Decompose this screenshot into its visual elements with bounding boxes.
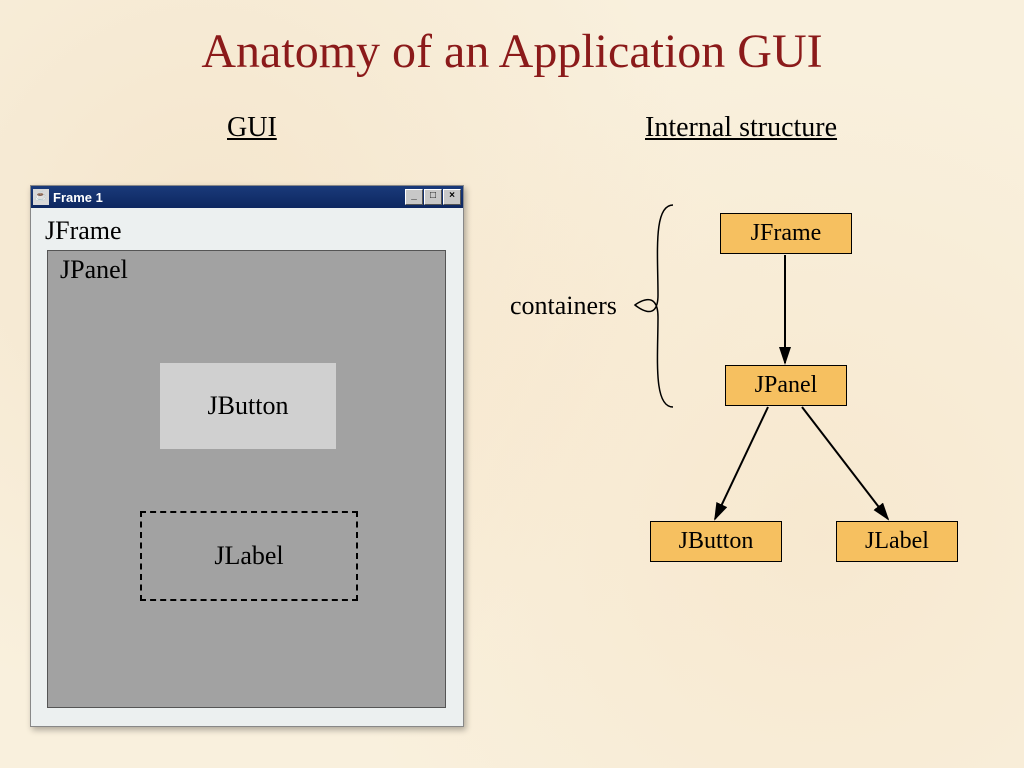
window-frame: ☕ Frame 1 _ □ × JFrame JPanel JButton JL… (30, 185, 464, 727)
arrow-jpanel-jlabel (802, 407, 888, 519)
minimize-button[interactable]: _ (405, 189, 423, 205)
containers-label: containers (510, 291, 617, 321)
hierarchy-tree: containers JFrame JPanel JButton JLabel (500, 185, 1000, 665)
window-title: Frame 1 (53, 190, 103, 205)
maximize-button[interactable]: □ (424, 189, 442, 205)
brace-icon (635, 205, 673, 407)
gui-column-heading: GUI (227, 112, 277, 144)
java-icon: ☕ (33, 189, 49, 205)
jbutton-component[interactable]: JButton (160, 363, 336, 449)
arrow-jpanel-jbutton (715, 407, 768, 519)
tree-node-jbutton: JButton (650, 521, 782, 562)
close-button[interactable]: × (443, 189, 461, 205)
jlabel-text: JLabel (214, 541, 283, 571)
tree-arrows-svg (500, 185, 1000, 665)
slide-title: Anatomy of an Application GUI (0, 24, 1024, 79)
window-buttons: _ □ × (404, 189, 461, 205)
jpanel-label: JPanel (60, 255, 128, 285)
jframe-label: JFrame (45, 216, 122, 246)
tree-node-jlabel: JLabel (836, 521, 958, 562)
jlabel-component: JLabel (140, 511, 358, 601)
structure-column-heading: Internal structure (645, 112, 837, 144)
jpanel-area: JPanel JButton JLabel (47, 250, 446, 708)
window-titlebar: ☕ Frame 1 _ □ × (31, 186, 463, 208)
tree-node-jpanel: JPanel (725, 365, 847, 406)
jbutton-label: JButton (208, 391, 289, 421)
tree-node-jframe: JFrame (720, 213, 852, 254)
